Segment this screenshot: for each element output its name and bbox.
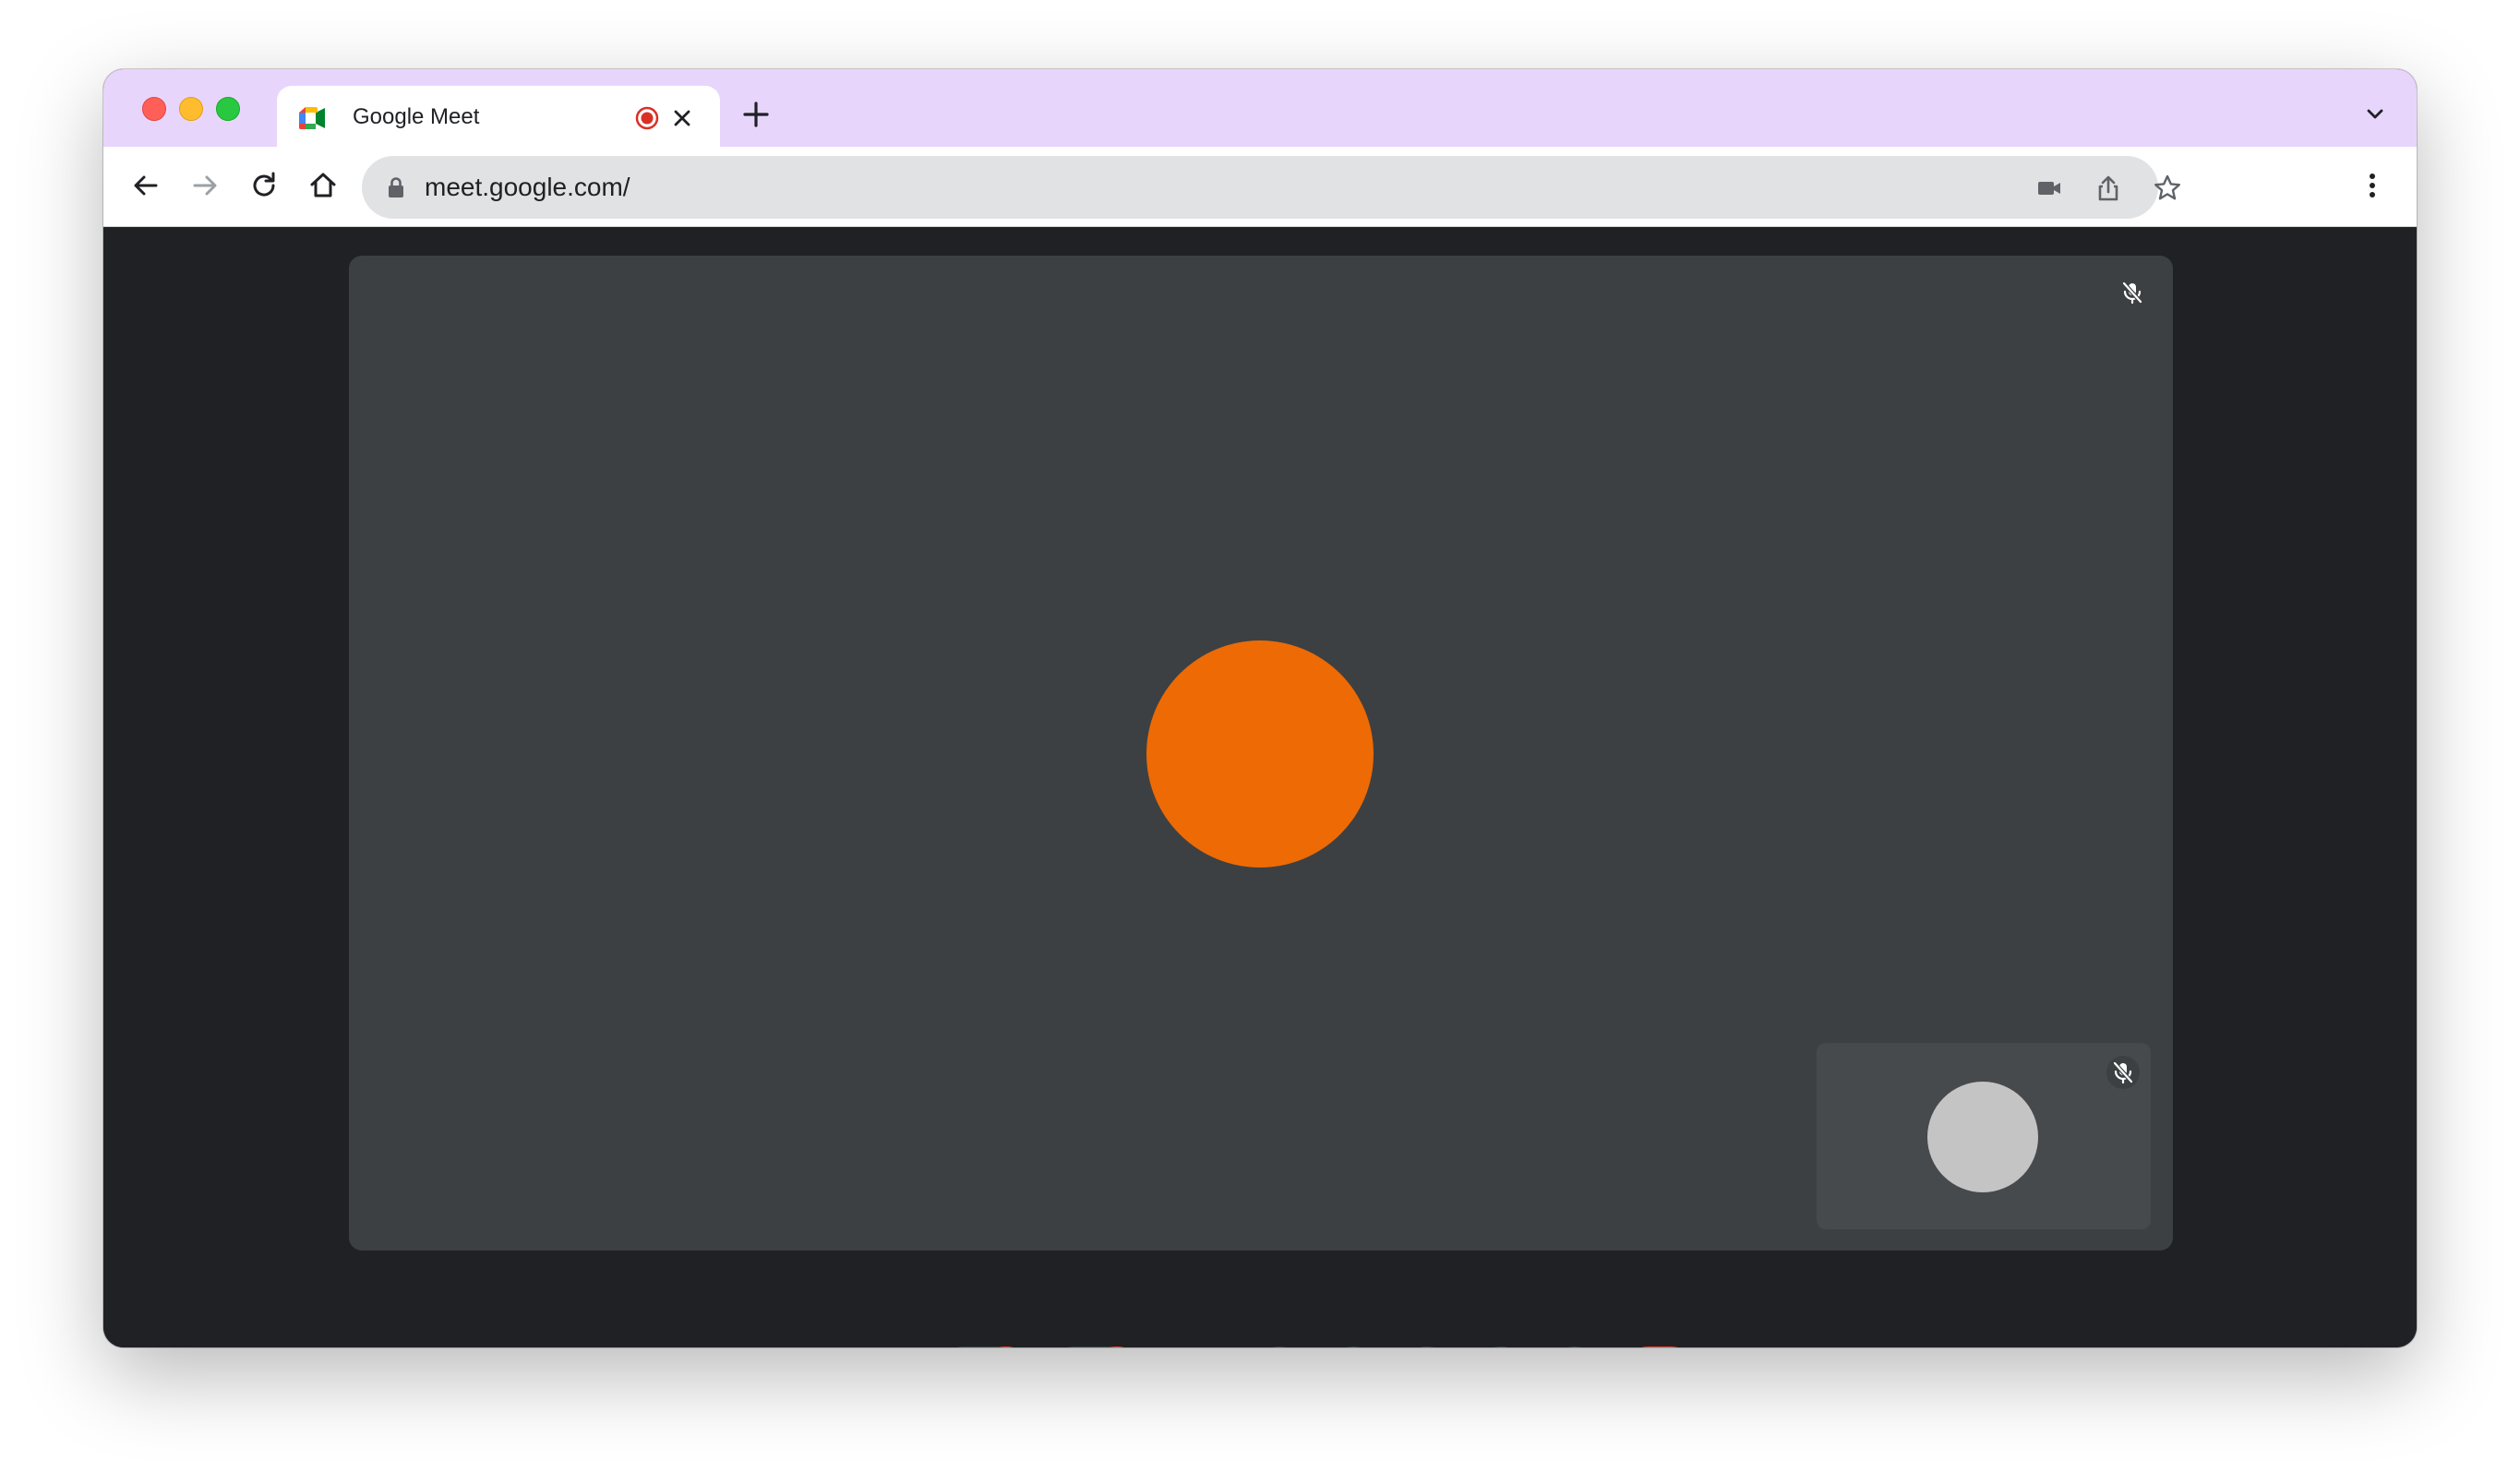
- tab-title: Google Meet: [353, 104, 480, 129]
- reload-icon[interactable]: [246, 167, 282, 204]
- participant-avatar: [1146, 640, 1374, 868]
- tab-strip: Google Meet: [103, 69, 2417, 149]
- back-icon[interactable]: [127, 167, 164, 204]
- self-view-tile: [1817, 1043, 2151, 1229]
- address-bar[interactable]: meet.google.com/: [362, 156, 2180, 219]
- more-options-button[interactable]: [1545, 1346, 1604, 1347]
- window-maximize-button[interactable]: [216, 97, 240, 121]
- mic-off-icon: [2112, 1060, 2134, 1084]
- tab-google-meet[interactable]: Google Meet: [277, 86, 720, 149]
- video-control-group: [1045, 1346, 1146, 1347]
- reactions-button[interactable]: [1324, 1346, 1383, 1347]
- window-minimize-button[interactable]: [179, 97, 203, 121]
- leave-call-button[interactable]: [1619, 1346, 1700, 1347]
- participant-tile-main: [349, 256, 2173, 1251]
- camera-in-use-icon[interactable]: [2034, 173, 2065, 204]
- lock-icon: [389, 177, 403, 197]
- recording-indicator-icon: [635, 106, 659, 130]
- audio-control-group: [934, 1346, 1036, 1347]
- window-close-button[interactable]: [142, 97, 166, 121]
- google-meet-icon: [299, 107, 325, 129]
- close-tab-icon[interactable]: [668, 104, 696, 132]
- forward-icon[interactable]: [186, 167, 223, 204]
- self-avatar: [1927, 1082, 2038, 1192]
- chevron-down-icon[interactable]: [2361, 101, 2389, 128]
- share-icon[interactable]: [2093, 173, 2124, 204]
- browser-menu-icon[interactable]: [2354, 167, 2391, 204]
- raise-hand-button[interactable]: [1471, 1346, 1530, 1347]
- self-mic-status: [2106, 1056, 2140, 1089]
- captions-button[interactable]: [1250, 1346, 1309, 1347]
- home-icon[interactable]: [305, 167, 342, 204]
- meeting-area: 2: [103, 227, 2417, 1347]
- url-text: meet.google.com/: [425, 173, 630, 201]
- present-button[interactable]: [1398, 1346, 1457, 1347]
- bookmark-star-icon[interactable]: [2152, 173, 2183, 204]
- browser-window: Google Meet meet.google.com/: [103, 69, 2417, 1347]
- new-tab-icon[interactable]: [740, 99, 772, 130]
- mic-off-icon: [2121, 281, 2143, 305]
- browser-toolbar: meet.google.com/: [103, 147, 2417, 227]
